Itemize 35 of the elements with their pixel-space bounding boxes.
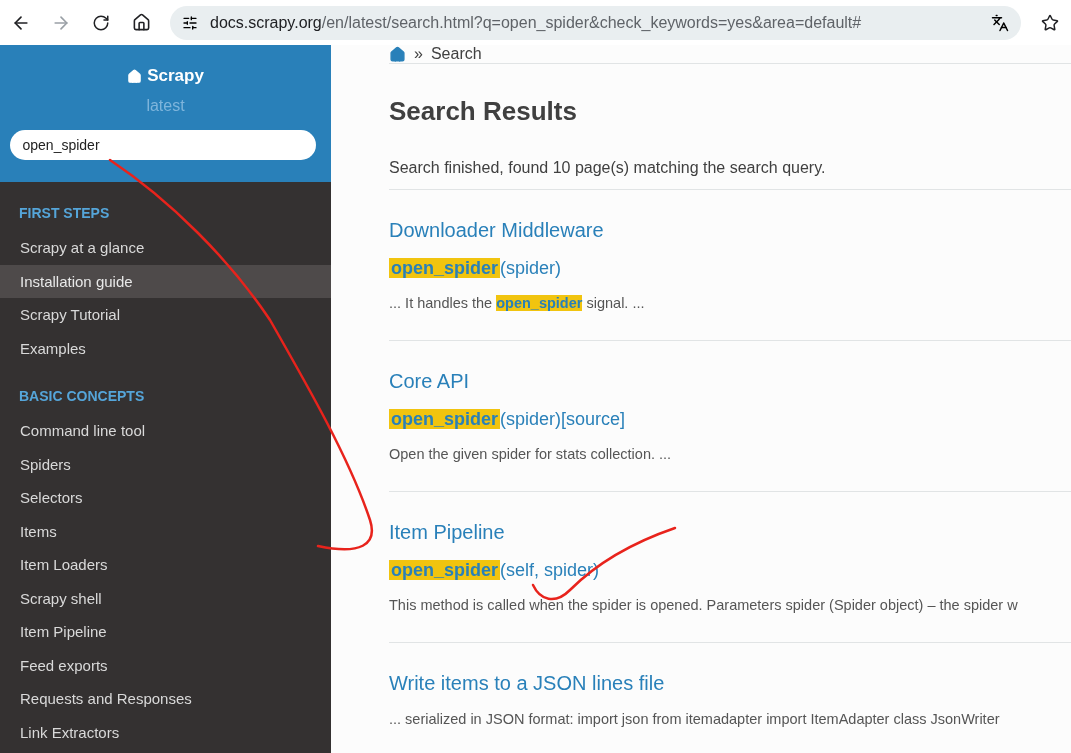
result-title[interactable]: Item Pipeline — [389, 521, 505, 543]
search-field[interactable]: open_spider — [9, 130, 316, 160]
section-caption: BASIC CONCEPTS — [18, 387, 146, 406]
tune-icon[interactable] — [182, 14, 198, 31]
nav-item[interactable]: Link Extractors — [0, 715, 331, 749]
nav-item[interactable]: Command line tool — [0, 414, 331, 448]
address-bar[interactable]: docs.scrapy.org/en/latest/search.html?q=open_spider&check_keywords=yes&area=default# — [170, 5, 1021, 40]
nav-item[interactable]: Item Loaders — [0, 548, 331, 582]
nav-item[interactable]: Scrapy Tutorial — [0, 298, 331, 332]
page-heading: Search Results — [389, 96, 578, 126]
translate-icon[interactable] — [991, 13, 1009, 32]
result-title[interactable]: Downloader Middleware — [389, 219, 604, 241]
nav-item[interactable]: Items — [0, 514, 331, 548]
nav-item[interactable]: Installation guide — [0, 264, 331, 298]
nav-item[interactable]: Examples — [0, 331, 331, 365]
breadcrumb-separator: » — [414, 45, 423, 63]
result-title[interactable]: Core API — [389, 370, 470, 392]
search-status: Search finished, found 10 page(s) matching the search query. — [389, 159, 827, 177]
result-title[interactable]: Write items to a JSON lines file — [389, 672, 665, 694]
nav-item[interactable]: Item Pipeline — [0, 615, 331, 649]
project-link[interactable]: Scrapy — [127, 66, 204, 86]
nav-item[interactable]: Scrapy at a glance — [0, 231, 331, 265]
nav-item[interactable]: Scrapy shell — [0, 581, 331, 615]
nav-item[interactable]: Selectors — [0, 481, 331, 515]
result-summary: ... serialized in JSON format: import json from itemadapter import ItemAdapter class JsonWriter — [389, 711, 1001, 727]
version-label: latest — [146, 97, 185, 115]
section-caption: FIRST STEPS — [18, 204, 111, 223]
nav-item[interactable]: Feed exports — [0, 648, 331, 682]
result-summary: This method is called when the spider is opened. Parameters spider (Spider object) – the spider w — [389, 597, 1019, 613]
nav-item[interactable]: Spiders — [0, 447, 331, 481]
result-signature[interactable]: open_spider(spider)[source] — [389, 409, 626, 429]
breadcrumb-current: Search — [430, 45, 482, 63]
nav-item[interactable]: Requests and Responses — [0, 682, 331, 716]
home-icon — [127, 68, 143, 84]
result-summary: Open the given spider for stats collection. ... — [389, 446, 673, 462]
